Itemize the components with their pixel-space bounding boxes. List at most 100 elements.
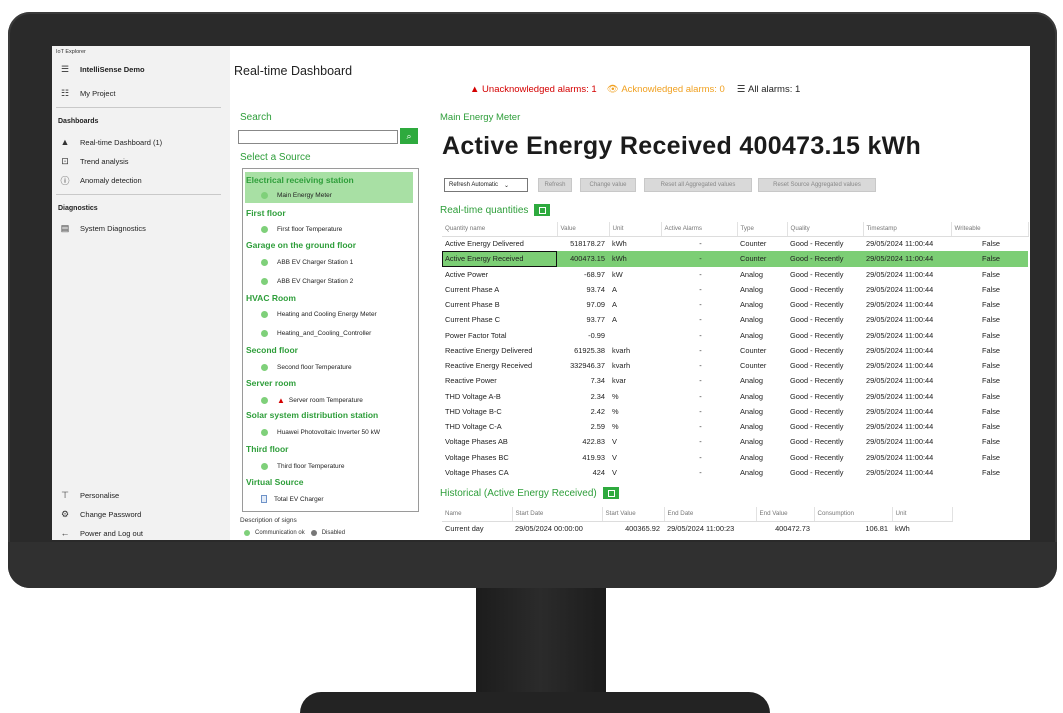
nav-item-label: Personalise [80, 490, 120, 500]
tree-group[interactable]: Third floor [246, 444, 289, 454]
table-cell: 400473.15 [557, 251, 609, 267]
nav-item-personalise[interactable]: ⊤ Personalise [52, 486, 230, 504]
change-value-button[interactable]: Change value [580, 178, 636, 192]
reset-all-button[interactable]: Reset all Aggregated values [644, 178, 752, 192]
hamburger-icon[interactable]: ☰ [58, 64, 72, 75]
tree-item[interactable]: Heating_and_Cooling_Controller [243, 326, 418, 340]
nav-item-trend-analysis[interactable]: ⊡ Trend analysis [52, 152, 230, 170]
column-header[interactable]: Timestamp [863, 222, 952, 237]
tree-group[interactable]: Electrical receiving station [246, 175, 354, 185]
table-cell: Analog [740, 376, 764, 386]
column-header[interactable]: Writeable [951, 222, 1029, 237]
tree-item[interactable]: First floor Temperature [243, 222, 418, 236]
tree-group[interactable]: First floor [246, 208, 286, 218]
table-cell: 424 [592, 467, 605, 477]
tree-group[interactable]: Solar system distribution station [246, 410, 378, 420]
table-cell: Analog [740, 330, 764, 340]
nav-item-power-logout[interactable]: ← Power and Log out [52, 524, 230, 540]
tree-item[interactable]: Total EV Charger [243, 492, 418, 506]
nav-item-my-project[interactable]: ☷ My Project [52, 84, 230, 102]
nav-item-anomaly-detection[interactable]: ⓘ Anomaly detection [52, 171, 230, 189]
column-header[interactable]: Quantity name [442, 222, 558, 237]
column-header[interactable]: Name [442, 507, 513, 522]
table-row[interactable]: Reactive Power 7.34 kvar - Analog Good - Rece… [442, 373, 1028, 388]
copy-icon[interactable] [602, 487, 619, 499]
status-ok-dot [261, 428, 268, 436]
table-row[interactable]: THD Voltage C-A 2.59% - Analog Good - Recent… [442, 419, 1028, 434]
nav-item-realtime-dashboard[interactable]: ▲ Real-time Dashboard (1) [52, 133, 230, 151]
chevron-down-icon: ⌄ [504, 182, 510, 189]
table-row[interactable]: Reactive Energy Received 332946.37 kvarh - C… [442, 358, 1028, 373]
hamburger-row[interactable]: ☰ IntelliSense Demo [52, 60, 230, 78]
table-row[interactable]: Current Phase C 93.77 A - Analog Good - Recen… [442, 312, 1028, 327]
table-cell: THD Voltage C-A [445, 422, 502, 432]
table-cell: Reactive Energy Received [445, 361, 533, 371]
copy-icon[interactable] [534, 204, 551, 216]
tree-item[interactable]: Huawei Photovoltaic Inverter 50 kW [243, 425, 418, 439]
table-cell: 7.34 [590, 376, 605, 386]
nav-item-change-password[interactable]: ⚙ Change Password [52, 505, 230, 523]
unack-alarms-link[interactable]: Unacknowledged alarms: 1 [482, 84, 597, 95]
table-row[interactable]: Voltage Phases BC 419.93 V - Analog Good - Re… [442, 450, 1028, 465]
tree-item-label: ABB EV Charger Station 2 [277, 277, 354, 285]
tree-group[interactable]: Second floor [246, 345, 298, 355]
all-alarms-link[interactable]: All alarms: 1 [748, 84, 800, 95]
status-ok-dot [261, 258, 268, 266]
table-row[interactable]: Current Phase A 93.74 A - Analog Good - Recen… [442, 282, 1028, 297]
table-row[interactable]: Active Energy Delivered 518178.27 kWh - Coun… [442, 236, 1028, 251]
refresh-mode-dropdown[interactable]: Refresh Automatic ⌄ [444, 178, 528, 192]
table-row[interactable]: Active Energy Received 400473.15 kWh - Count… [442, 251, 1028, 267]
column-header[interactable]: Unit [892, 507, 953, 522]
column-header[interactable]: Type [737, 222, 788, 237]
search-icon[interactable]: ⌕ [400, 128, 418, 144]
source-search-input[interactable] [238, 130, 398, 144]
table-row[interactable]: Reactive Energy Delivered 61925.38 kvarh - C… [442, 343, 1028, 358]
column-header[interactable]: Consumption [814, 507, 893, 522]
table-cell: A [612, 300, 617, 310]
table-cell: Good - Recently [790, 406, 844, 416]
table-cell: THD Voltage B-C [445, 406, 502, 416]
table-row[interactable]: Power Factor Total -0.99 - Analog Good - Rec… [442, 328, 1028, 343]
dropdown-value: Refresh Automatic [449, 182, 499, 188]
tree-item[interactable]: Second floor Temperature [243, 360, 418, 374]
table-cell: - [699, 452, 702, 462]
table-row[interactable]: Current Phase B 97.09 A - Analog Good - Recen… [442, 297, 1028, 312]
ack-alarms-link[interactable]: Acknowledged alarms: 0 [621, 84, 725, 95]
tree-item-main-energy-meter[interactable]: Main Energy Meter [243, 188, 418, 202]
tree-item[interactable]: ABB EV Charger Station 2 [243, 274, 418, 288]
table-cell: 29/05/2024 11:00:44 [866, 467, 934, 477]
table-cell: 400365.92 [625, 524, 660, 534]
refresh-button[interactable]: Refresh [538, 178, 572, 192]
column-header[interactable]: End Value [756, 507, 815, 522]
table-row[interactable]: THD Voltage B-C 2.42% - Analog Good - Recent… [442, 404, 1028, 419]
table-row[interactable]: Current day 29/05/2024 00:00:00 400365.92 2… [442, 521, 952, 536]
nav-item-system-diagnostics[interactable]: ▤ System Diagnostics [52, 219, 230, 237]
table-row[interactable]: Voltage Phases CA 424 V - Analog Good - Recen… [442, 465, 1028, 480]
column-header[interactable]: Unit [609, 222, 662, 237]
tree-item[interactable]: Third floor Temperature [243, 459, 418, 473]
column-header[interactable]: End Date [664, 507, 757, 522]
table-cell: Good - Recently [790, 361, 844, 371]
table-row[interactable]: Active Power -68.97 kW - Analog Good - Recent… [442, 267, 1028, 282]
column-header[interactable]: Quality [787, 222, 864, 237]
table-cell: False [981, 376, 1001, 386]
table-row[interactable]: Voltage Phases AB 422.83 V - Analog Good - Re… [442, 434, 1028, 449]
column-header[interactable]: Active Alarms [661, 222, 738, 237]
tree-item[interactable]: ABB EV Charger Station 1 [243, 255, 418, 269]
table-cell: V [612, 437, 617, 447]
table-cell: 29/05/2024 11:00:44 [866, 284, 934, 294]
tree-group[interactable]: Server room [246, 378, 296, 388]
tree-item[interactable]: ▲ Server room Temperature [243, 393, 418, 407]
tree-group[interactable]: Garage on the ground floor [246, 240, 356, 250]
status-disabled-dot [310, 530, 317, 536]
tree-item[interactable]: Heating and Cooling Energy Meter [243, 307, 418, 321]
reset-source-button[interactable]: Reset Source Aggregated values [758, 178, 876, 192]
column-header[interactable]: Start Date [512, 507, 603, 522]
column-header[interactable]: Value [557, 222, 610, 237]
tree-group[interactable]: Virtual Source [246, 477, 303, 487]
legend: Communication ok Disabled [244, 530, 345, 536]
column-header[interactable]: Start Value [602, 507, 665, 522]
table-row[interactable]: THD Voltage A-B 2.34% - Analog Good - Recent… [442, 389, 1028, 404]
alarm-summary: ▲ Unacknowledged alarms: 1 👁 Acknowledge… [470, 84, 800, 95]
tree-group[interactable]: HVAC Room [246, 293, 296, 303]
